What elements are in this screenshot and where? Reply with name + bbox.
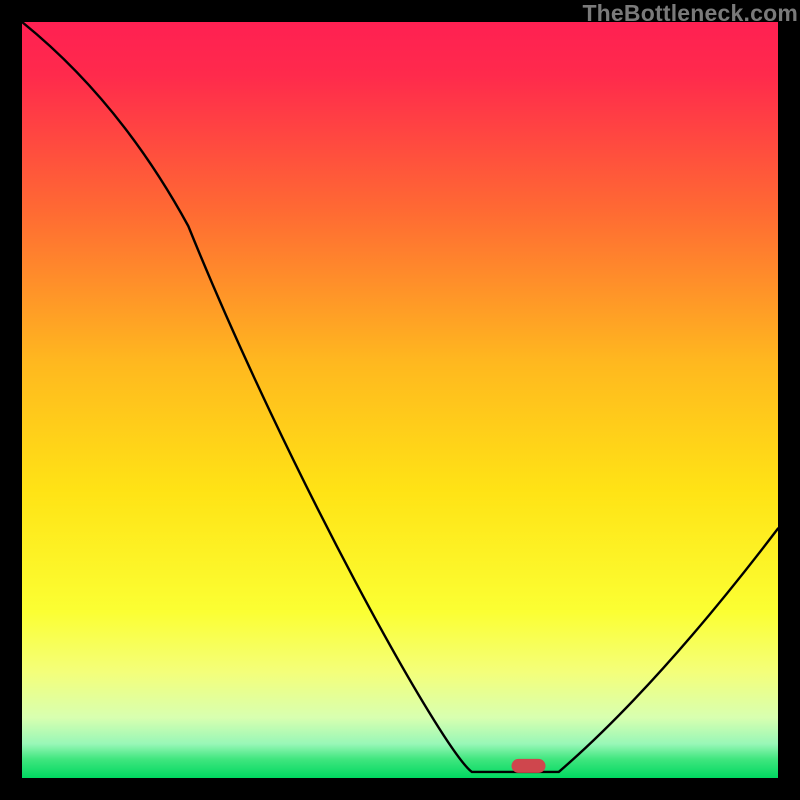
chart-canvas: TheBottleneck.com xyxy=(0,0,800,800)
optimum-marker xyxy=(512,759,546,773)
plot-svg xyxy=(22,22,778,778)
plot-area xyxy=(22,22,778,778)
